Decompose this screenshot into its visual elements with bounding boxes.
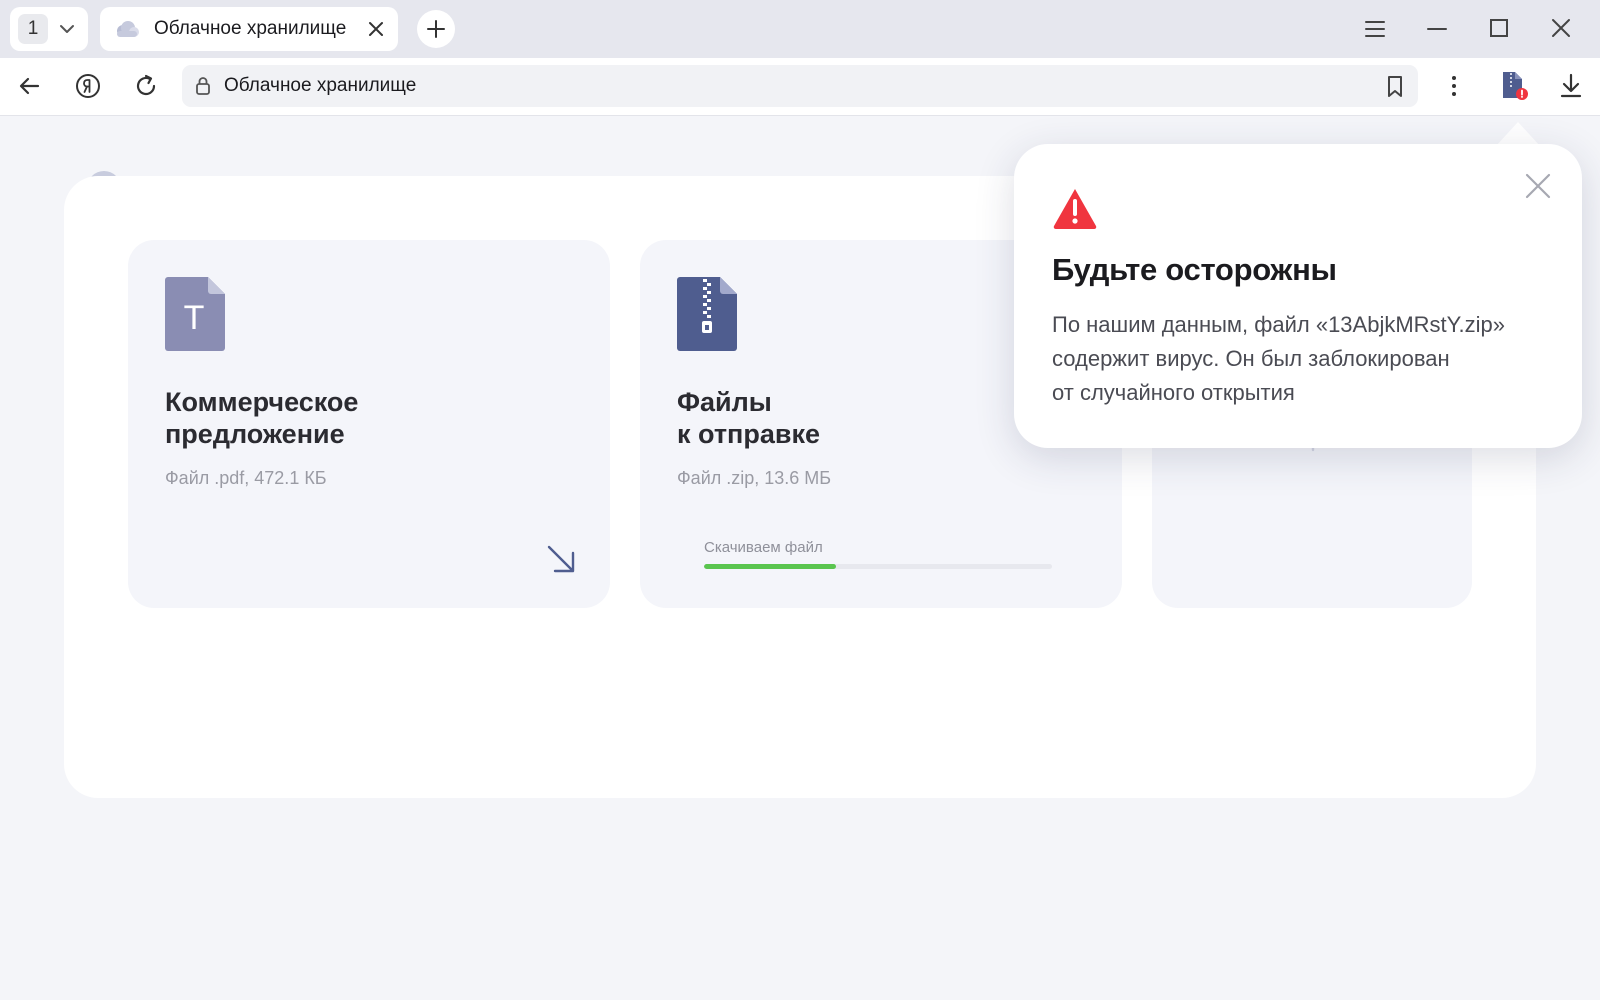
browser-toolbar: Облачное хранилище xyxy=(0,58,1600,116)
tab-group-switcher[interactable]: 1 xyxy=(10,7,88,51)
new-tab-button[interactable] xyxy=(417,10,455,48)
popup-heading: Будьте осторожны xyxy=(1052,252,1337,287)
menu-icon[interactable] xyxy=(1364,14,1386,44)
back-icon[interactable] xyxy=(16,72,44,100)
close-icon[interactable] xyxy=(366,19,386,39)
address-text[interactable]: Облачное хранилище xyxy=(224,75,416,97)
download-icon[interactable] xyxy=(1558,72,1584,100)
virus-warning-popup: Будьте осторожны По нашим данным, файл «… xyxy=(1014,144,1582,448)
pdf-file-icon: T xyxy=(165,277,225,356)
maximize-icon[interactable] xyxy=(1488,14,1510,44)
arrow-down-right-icon[interactable] xyxy=(545,543,577,575)
lock-icon[interactable] xyxy=(194,76,212,96)
progress-fill xyxy=(704,564,837,569)
chevron-down-icon xyxy=(58,20,76,38)
more-icon[interactable] xyxy=(1446,72,1462,100)
plus-icon xyxy=(426,19,446,39)
address-bar[interactable]: Облачное хранилище xyxy=(182,65,1418,107)
popup-message: По нашим данным, файл «13AbjkMRstY.zip» … xyxy=(1052,312,1505,405)
close-icon[interactable] xyxy=(1524,172,1552,200)
close-icon[interactable] xyxy=(1550,14,1572,44)
reload-icon[interactable] xyxy=(132,72,160,100)
popup-tail xyxy=(1496,122,1540,146)
file-meta: Файл .zip, 13.6 МБ xyxy=(677,468,832,488)
zip-alert-icon[interactable] xyxy=(1500,70,1530,102)
svg-text:T: T xyxy=(184,299,205,337)
zip-file-icon xyxy=(677,277,737,356)
cloud-icon xyxy=(114,20,140,38)
download-progress-bar xyxy=(704,564,1052,569)
tab-active[interactable]: Облачное хранилище xyxy=(100,7,398,51)
bookmark-icon[interactable] xyxy=(1384,75,1406,99)
progress-label: Скачиваем файл xyxy=(704,539,823,556)
tab-strip: 1 Облачное хранилище xyxy=(0,0,1600,58)
card-title: Коммерческое предложение xyxy=(165,387,359,449)
tab-count: 1 xyxy=(18,14,48,44)
file-meta: Файл .pdf, 472.1 КБ xyxy=(165,468,327,488)
tab-title: Облачное хранилище xyxy=(154,18,347,39)
file-card[interactable]: T Коммерческое предложение Файл .pdf, 47… xyxy=(128,240,610,608)
minimize-icon[interactable] xyxy=(1426,14,1448,44)
yandex-icon[interactable] xyxy=(74,72,102,100)
warning-icon xyxy=(1052,187,1098,234)
